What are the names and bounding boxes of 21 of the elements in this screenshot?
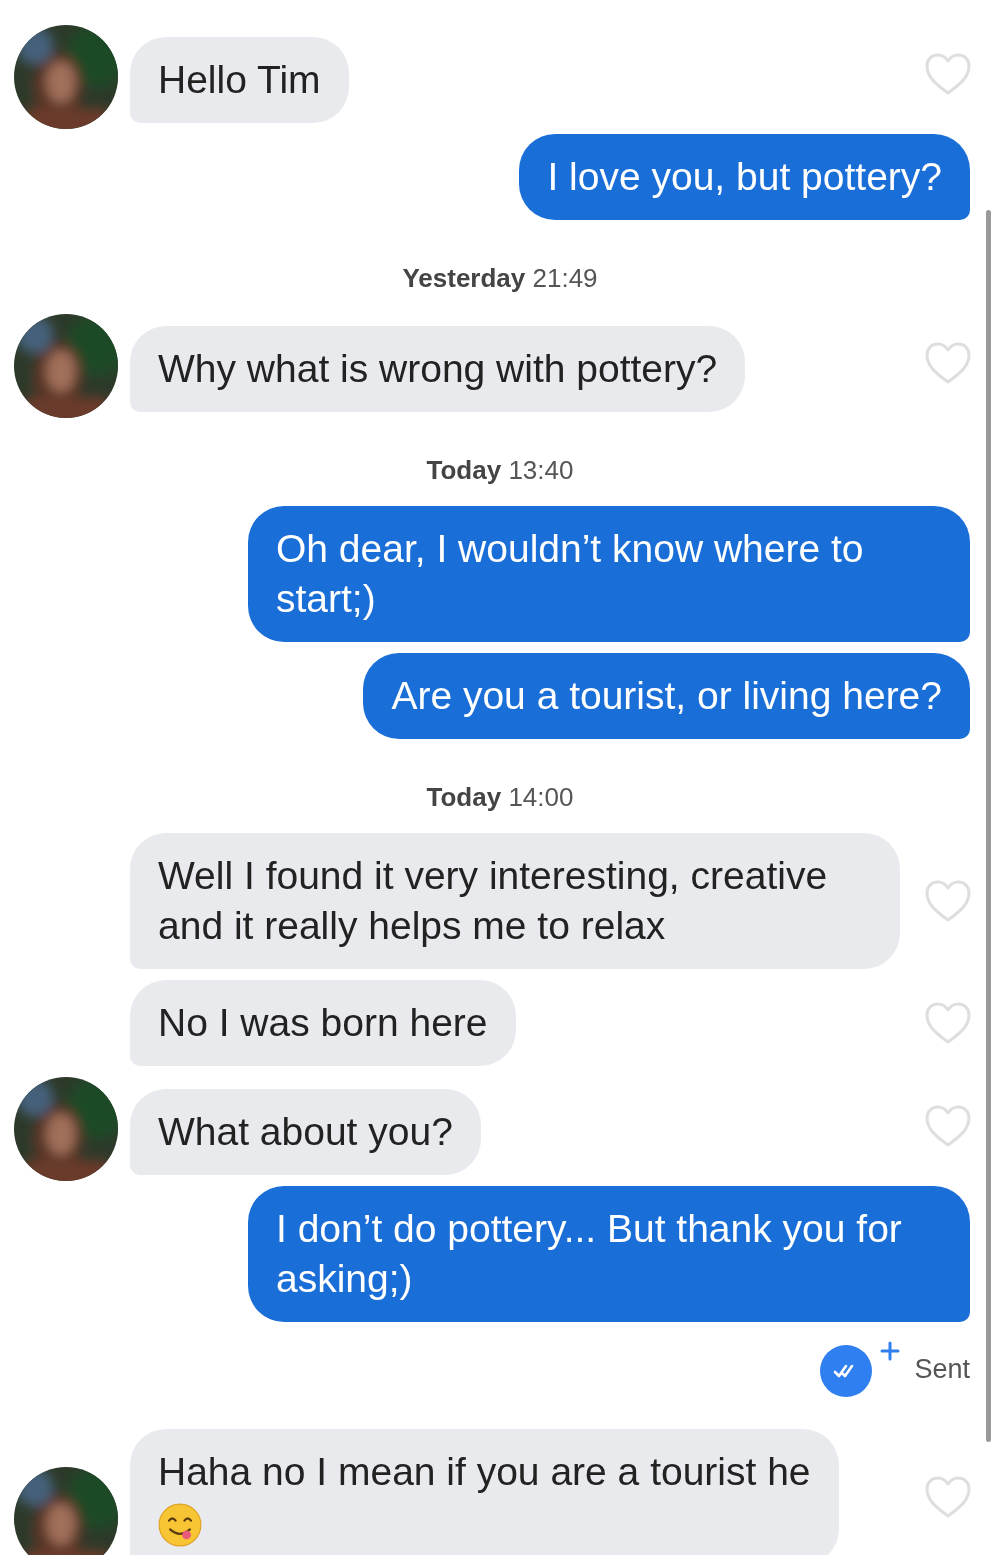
read-receipt-icon — [818, 1339, 901, 1399]
status-label: Sent — [914, 1353, 970, 1385]
heart-icon[interactable] — [924, 880, 972, 922]
message-bubble: Haha no I mean if you are a tourist he — [130, 1429, 839, 1555]
message-bubble: Are you a tourist, or living here? — [363, 653, 970, 739]
message-bubble: Why what is wrong with pottery? — [130, 326, 746, 412]
timestamp: Today 14:00 — [426, 782, 574, 813]
message-bubble: Oh dear, I wouldn’t know where to start;) — [248, 506, 970, 642]
timestamp: Today 13:40 — [426, 455, 574, 486]
message-bubble: Hello Tim — [130, 37, 349, 123]
heart-icon[interactable] — [924, 1002, 972, 1044]
heart-icon[interactable] — [924, 1105, 972, 1147]
message-bubble: Well I found it very interesting, creative and it really helps me to relax — [130, 833, 900, 969]
message-bubble: No I was born here — [130, 980, 516, 1066]
heart-icon[interactable] — [924, 1476, 972, 1518]
heart-icon[interactable] — [924, 342, 972, 384]
timestamp: Yesterday 21:49 — [402, 263, 598, 294]
message-bubble: What about you? — [130, 1089, 481, 1175]
heart-icon[interactable] — [924, 53, 972, 95]
message-bubble: I don’t do pottery... But thank you for asking;) — [248, 1186, 970, 1322]
message-bubble: I love you, but pottery? — [519, 134, 970, 220]
